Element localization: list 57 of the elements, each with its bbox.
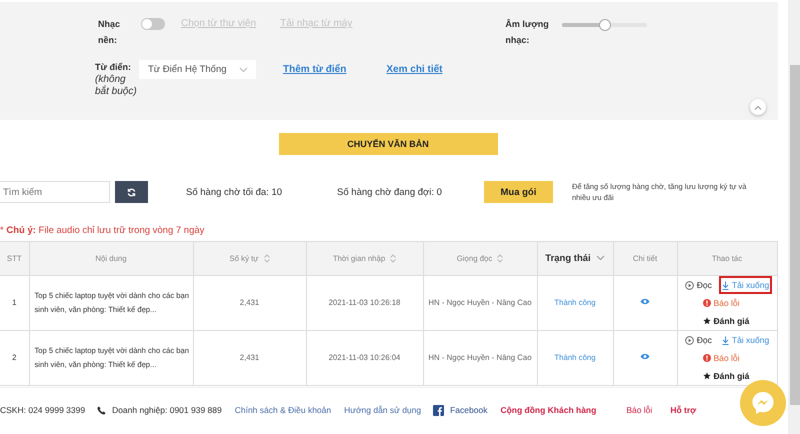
star-icon — [702, 372, 710, 380]
scroll-up-button[interactable] — [750, 99, 766, 115]
convert-button[interactable]: CHUYỂN VĂN BẢN — [278, 133, 498, 155]
chat-bubble-icon — [750, 390, 776, 416]
scrollbar-thumb[interactable] — [790, 65, 800, 405]
alert-icon — [702, 354, 710, 362]
waiting-queue-text: Số hàng chờ đang đợi: 0 — [337, 186, 442, 198]
refresh-button[interactable] — [115, 181, 148, 203]
footer-link[interactable]: Cộng đồng Khách hàng — [500, 405, 596, 415]
footer-link[interactable]: Báo lỗi — [626, 405, 652, 415]
search-field[interactable]: Tìm kiếm — [0, 181, 110, 203]
dictionary-label: Từ điển: — [95, 61, 132, 74]
footer-link[interactable]: Chính sách & Điều khoản — [234, 405, 332, 415]
star-icon — [702, 317, 710, 325]
action-link[interactable]: Tải xuống — [718, 276, 772, 294]
download-icon — [722, 280, 729, 290]
eye-icon[interactable] — [640, 298, 650, 305]
contact-text: Doanh nghiệp: 0901 939 889 — [97, 405, 222, 415]
action-link[interactable]: Báo lỗi — [700, 349, 742, 367]
volume-thumb[interactable] — [598, 19, 611, 31]
chevron-up-icon — [754, 104, 762, 110]
action-link[interactable]: Tải xuống — [718, 331, 772, 349]
volume-label: Âm lượng nhạc: — [505, 18, 550, 47]
scrollbar[interactable] — [788, 0, 800, 434]
footer-link[interactable]: Hướng dẫn sử dụng — [344, 405, 422, 415]
action-link[interactable]: Đánh giá — [700, 367, 752, 385]
footer-link[interactable]: Facebook — [433, 404, 488, 416]
play-icon — [684, 336, 694, 344]
alert-icon — [702, 299, 710, 307]
action-link[interactable]: Báo lỗi — [700, 294, 742, 312]
messenger-button[interactable] — [740, 380, 786, 426]
dictionary-select[interactable]: Từ Điển Hệ Thống — [139, 60, 256, 79]
notice-text: *Chú ý: File audio chỉ lưu trữ trong vòng 7 ngày — [0, 225, 206, 238]
dictionary-hint: (không bắt buộc) — [95, 74, 137, 98]
action-link[interactable]: Đánh giá — [700, 312, 752, 330]
chevron-down-icon — [596, 255, 605, 262]
dictionary-link[interactable]: Xem chi tiết — [386, 60, 442, 79]
eye-icon[interactable] — [640, 353, 650, 360]
buy-package-button[interactable]: Mua gói — [484, 181, 553, 203]
max-queue-text: Số hàng chờ tối đa: 10 — [186, 186, 282, 198]
contact-text: CSKH: 024 9999 3399 — [0, 405, 86, 415]
footer-link[interactable]: Hỗ trợ — [670, 405, 696, 415]
dictionary-link[interactable]: Thêm từ điển — [283, 60, 346, 79]
column-header[interactable]: Trạng thái — [537, 242, 613, 276]
download-icon — [722, 336, 729, 344]
action-link[interactable]: Đọc — [682, 276, 715, 294]
action-link[interactable]: Đọc — [682, 331, 715, 349]
chevron-icon — [239, 66, 248, 72]
refresh-icon — [127, 188, 136, 196]
sort-icon — [497, 254, 504, 264]
phone-icon — [97, 406, 106, 414]
sort-icon — [264, 254, 270, 264]
sort-icon — [390, 254, 396, 264]
music-toggle[interactable] — [141, 18, 165, 30]
play-icon — [684, 280, 694, 290]
facebook-icon — [433, 404, 444, 416]
music-label: Nhạc nền: — [98, 18, 122, 47]
